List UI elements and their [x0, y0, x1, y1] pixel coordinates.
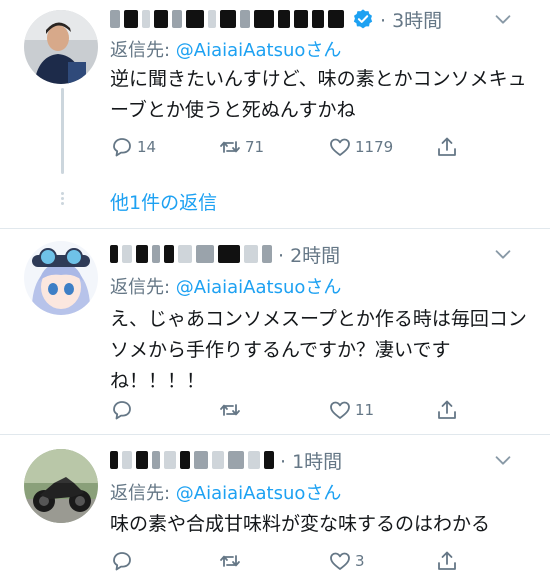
retweet-button[interactable]	[218, 396, 245, 424]
retweet-button[interactable]: 71	[218, 133, 264, 161]
retweet-count: 71	[245, 138, 265, 156]
reply-to: 返信先: @AiaiaiAatsuoさん	[110, 483, 342, 504]
tweet-time[interactable]: · 1時間	[280, 447, 342, 474]
like-button[interactable]: 3	[328, 547, 365, 575]
show-more-replies-link[interactable]: 他1件の返信	[110, 188, 217, 215]
reply-icon	[113, 401, 131, 420]
retweet-icon	[220, 404, 240, 416]
tweet-time[interactable]: · 3時間	[380, 6, 442, 33]
reply-mention-link[interactable]: @AiaiaiAatsuoさん	[176, 483, 342, 504]
tweet-header: · 3時間	[110, 6, 530, 32]
avatar[interactable]	[24, 10, 98, 84]
reply-icon	[113, 552, 131, 571]
like-icon	[330, 401, 350, 419]
retweet-button[interactable]	[218, 547, 245, 575]
reply-mention-link[interactable]: @AiaiaiAatsuoさん	[176, 277, 342, 298]
share-icon	[438, 551, 456, 570]
tweet-actions: 14 71 1179	[110, 133, 470, 161]
tweet-text: 逆に聞きたいんすけど、味の素とかコンソメキューブとか使うと死ぬんすかね	[110, 68, 527, 121]
like-icon	[330, 138, 350, 156]
tweet-2[interactable]: · 2時間 返信先: @AiaiaiAatsuoさん え、じゃあコンソメスープと…	[0, 229, 550, 434]
retweet-icon	[220, 141, 240, 153]
tweet-text: え、じゃあコンソメスープとか作る時は毎回コンソメから手作りするんですか？凄いです…	[110, 308, 527, 392]
chevron-down-icon[interactable]	[492, 8, 514, 30]
reply-button[interactable]: 14	[110, 133, 156, 161]
thread-line	[61, 88, 64, 174]
display-name-redacted[interactable]	[110, 244, 272, 264]
tweet-header: · 2時間	[110, 241, 530, 267]
reply-button[interactable]	[110, 396, 137, 424]
chevron-down-icon[interactable]	[492, 243, 514, 265]
reply-to: 返信先: @AiaiaiAatsuoさん	[110, 40, 342, 61]
like-count: 11	[355, 401, 375, 419]
verified-badge-icon	[353, 9, 373, 29]
share-icon	[438, 137, 456, 156]
tweet-time[interactable]: · 2時間	[278, 241, 340, 268]
tweet-header: · 1時間	[110, 447, 530, 473]
tweet-1[interactable]: · 3時間 返信先: @AiaiaiAatsuoさん 逆に聞きたいんすけど、味の…	[0, 0, 550, 228]
thread-dots	[61, 192, 64, 207]
retweet-icon	[220, 555, 240, 567]
reply-icon	[113, 138, 131, 157]
tweet-actions: 3	[110, 547, 470, 575]
display-name-redacted[interactable]	[110, 450, 274, 470]
reply-button[interactable]	[110, 547, 137, 575]
avatar[interactable]	[24, 241, 98, 315]
display-name-redacted[interactable]	[110, 9, 344, 29]
share-button[interactable]	[435, 547, 459, 575]
share-button[interactable]	[435, 133, 459, 161]
share-icon	[438, 400, 456, 419]
like-icon	[330, 552, 350, 570]
reply-to: 返信先: @AiaiaiAatsuoさん	[110, 277, 342, 298]
tweet-actions: 11	[110, 396, 470, 424]
reply-count: 14	[137, 138, 157, 156]
avatar[interactable]	[24, 449, 98, 523]
tweet-text: 味の素や合成甘味料が変な味するのはわかる	[110, 513, 491, 535]
like-count: 1179	[355, 138, 394, 156]
tweet-3[interactable]: · 1時間 返信先: @AiaiaiAatsuoさん 味の素や合成甘味料が変な味…	[0, 435, 550, 584]
chevron-down-icon[interactable]	[492, 449, 514, 471]
reply-mention-link[interactable]: @AiaiaiAatsuoさん	[176, 40, 342, 61]
like-button[interactable]: 11	[328, 396, 374, 424]
share-button[interactable]	[435, 396, 459, 424]
like-button[interactable]: 1179	[328, 133, 393, 161]
like-count: 3	[355, 552, 365, 570]
